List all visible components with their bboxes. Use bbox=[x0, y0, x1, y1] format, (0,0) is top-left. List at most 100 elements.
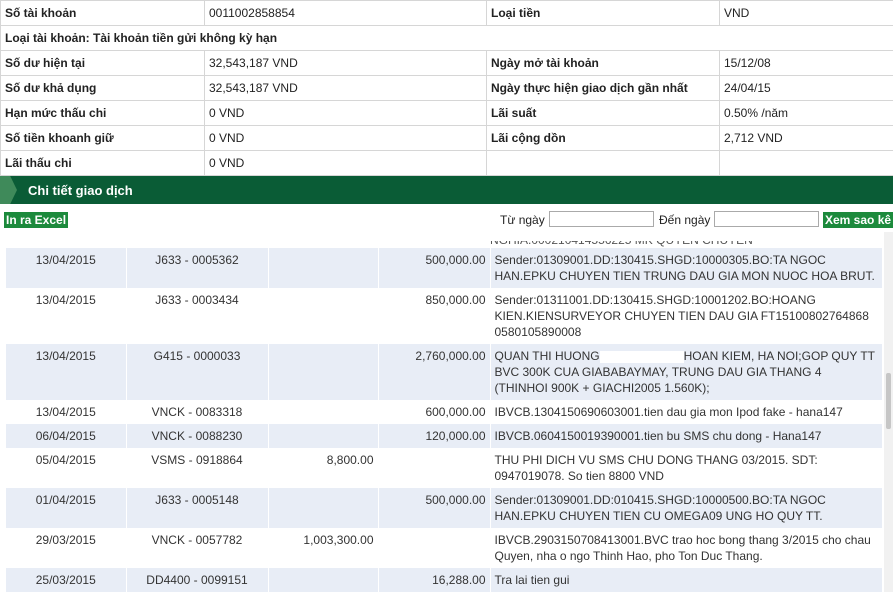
debit-amount bbox=[268, 568, 379, 592]
section-title: Chi tiết giao dịch bbox=[28, 183, 133, 198]
transactions-table: 13/04/2015 J633 - 0005362 500,000.00 Sen… bbox=[6, 248, 882, 592]
account-number-label: Số tài khoản bbox=[0, 0, 205, 26]
section-arrow-icon bbox=[0, 176, 17, 204]
open-date-label: Ngày mở tài khoản bbox=[486, 50, 720, 76]
transactions-scroll-area[interactable]: 13/04/2015 J633 - 0005362 500,000.00 Sen… bbox=[6, 232, 882, 592]
credit-amount: 120,000.00 bbox=[378, 424, 491, 448]
credit-amount: 600,000.00 bbox=[378, 400, 491, 424]
overdraft-interest-value: 0 VND bbox=[204, 150, 487, 176]
to-date-label: Đến ngày bbox=[659, 213, 711, 227]
to-date-input[interactable] bbox=[714, 211, 819, 227]
transaction-date: 13/04/2015 bbox=[6, 248, 127, 288]
table-row[interactable]: 13/04/2015 J633 - 0005362 500,000.00 Sen… bbox=[6, 248, 882, 288]
account-row: Số dư khả dụng 32,543,187 VND Ngày thực … bbox=[0, 75, 893, 101]
current-balance-value: 32,543,187 VND bbox=[204, 50, 487, 76]
account-row: Số dư hiện tại 32,543,187 VND Ngày mở tà… bbox=[0, 50, 893, 76]
debit-amount bbox=[268, 400, 379, 424]
accrued-interest-value: 2,712 VND bbox=[719, 125, 893, 151]
account-number-value: 0011002858854 bbox=[204, 0, 487, 26]
last-transaction-date-label: Ngày thực hiện giao dịch gần nhất bbox=[486, 75, 720, 101]
credit-amount: 500,000.00 bbox=[378, 248, 491, 288]
credit-amount: 2,760,000.00 bbox=[378, 344, 491, 400]
transaction-description: Sender:01311001.DD:130415.SHGD:10001202.… bbox=[490, 288, 882, 344]
debit-amount: 8,800.00 bbox=[268, 448, 379, 488]
table-row[interactable]: 29/03/2015 VNCK - 0057782 1,003,300.00 I… bbox=[6, 528, 882, 568]
table-row[interactable]: 13/04/2015 VNCK - 0083318 600,000.00 IBV… bbox=[6, 400, 882, 424]
debit-amount bbox=[268, 488, 379, 528]
debit-amount bbox=[268, 248, 379, 288]
transaction-date: 01/04/2015 bbox=[6, 488, 127, 528]
interest-rate-label: Lãi suất bbox=[486, 100, 720, 126]
transaction-ref: J633 - 0003434 bbox=[126, 288, 269, 344]
account-row: Loại tài khoản: Tài khoản tiền gửi không… bbox=[0, 25, 893, 51]
last-transaction-date-value: 24/04/15 bbox=[719, 75, 893, 101]
transaction-date: 13/04/2015 bbox=[6, 400, 127, 424]
debit-amount: 1,003,300.00 bbox=[268, 528, 379, 568]
credit-amount: 16,288.00 bbox=[378, 568, 491, 592]
current-balance-label: Số dư hiện tại bbox=[0, 50, 205, 76]
account-row: Lãi thấu chi 0 VND bbox=[0, 150, 893, 176]
debit-amount bbox=[268, 288, 379, 344]
transaction-ref: G415 - 0000033 bbox=[126, 344, 269, 400]
held-amount-value: 0 VND bbox=[204, 125, 487, 151]
account-row: Số tiền khoanh giữ 0 VND Lãi cộng dồn 2,… bbox=[0, 125, 893, 151]
transaction-ref: VSMS - 0918864 bbox=[126, 448, 269, 488]
transaction-ref: DD4400 - 0099151 bbox=[126, 568, 269, 592]
transaction-description: Sender:01309001.DD:130415.SHGD:10000305.… bbox=[490, 248, 882, 288]
transaction-date: 13/04/2015 bbox=[6, 344, 127, 400]
empty-cell bbox=[486, 150, 720, 176]
transaction-ref: VNCK - 0088230 bbox=[126, 424, 269, 448]
transaction-description: Sender:01309001.DD:010415.SHGD:10000500.… bbox=[490, 488, 882, 528]
credit-amount bbox=[378, 448, 491, 488]
account-row: Số tài khoản 0011002858854 Loại tiền VND bbox=[0, 0, 893, 26]
transaction-date: 06/04/2015 bbox=[6, 424, 127, 448]
transaction-date: 05/04/2015 bbox=[6, 448, 127, 488]
view-statement-button[interactable]: Xem sao kê bbox=[823, 212, 893, 228]
table-row[interactable]: 06/04/2015 VNCK - 0088230 120,000.00 IBV… bbox=[6, 424, 882, 448]
transaction-description: IBVCB.0604150019390001.tien bu SMS chu d… bbox=[490, 424, 882, 448]
from-date-input[interactable] bbox=[549, 211, 654, 227]
filter-bar: In ra Excel Từ ngày Đến ngày Xem sao kê bbox=[0, 208, 893, 230]
transaction-details-header: Chi tiết giao dịch bbox=[0, 176, 893, 204]
account-row: Hạn mức thấu chi 0 VND Lãi suất 0.50% /n… bbox=[0, 100, 893, 126]
credit-amount: 850,000.00 bbox=[378, 288, 491, 344]
description-part: QUAN THI HUONG bbox=[494, 349, 600, 363]
transaction-ref: VNCK - 0057782 bbox=[126, 528, 269, 568]
table-row[interactable]: 01/04/2015 J633 - 0005148 500,000.00 Sen… bbox=[6, 488, 882, 528]
open-date-value: 15/12/08 bbox=[719, 50, 893, 76]
export-excel-button[interactable]: In ra Excel bbox=[4, 212, 69, 228]
currency-value: VND bbox=[719, 0, 893, 26]
transaction-description: IBVCB.1304150690603001.tien dau gia mon … bbox=[490, 400, 882, 424]
account-type: Loại tài khoản: Tài khoản tiền gửi không… bbox=[0, 25, 893, 51]
overdraft-limit-label: Hạn mức thấu chi bbox=[0, 100, 205, 126]
table-row[interactable]: 13/04/2015 G415 - 0000033 2,760,000.00 Q… bbox=[6, 344, 882, 400]
available-balance-value: 32,543,187 VND bbox=[204, 75, 487, 101]
transaction-description: IBVCB.2903150708413001.BVC trao hoc bong… bbox=[490, 528, 882, 568]
table-row[interactable]: 13/04/2015 J633 - 0003434 850,000.00 Sen… bbox=[6, 288, 882, 344]
available-balance-label: Số dư khả dụng bbox=[0, 75, 205, 101]
transaction-date: 25/03/2015 bbox=[6, 568, 127, 592]
debit-amount bbox=[268, 344, 379, 400]
credit-amount: 500,000.00 bbox=[378, 488, 491, 528]
transaction-description: Tra lai tien gui bbox=[490, 568, 882, 592]
table-row[interactable]: 05/04/2015 VSMS - 0918864 8,800.00 THU P… bbox=[6, 448, 882, 488]
redacted-block bbox=[599, 350, 684, 363]
transaction-ref: VNCK - 0083318 bbox=[126, 400, 269, 424]
debit-amount bbox=[268, 424, 379, 448]
overdraft-limit-value: 0 VND bbox=[204, 100, 487, 126]
currency-label: Loại tiền bbox=[486, 0, 720, 26]
scrollbar-thumb[interactable] bbox=[886, 373, 891, 429]
interest-rate-value: 0.50% /năm bbox=[719, 100, 893, 126]
held-amount-label: Số tiền khoanh giữ bbox=[0, 125, 205, 151]
transaction-date: 29/03/2015 bbox=[6, 528, 127, 568]
transaction-date: 13/04/2015 bbox=[6, 288, 127, 344]
transaction-description: THU PHI DICH VU SMS CHU DONG THANG 03/20… bbox=[490, 448, 882, 488]
table-row[interactable]: 25/03/2015 DD4400 - 0099151 16,288.00 Tr… bbox=[6, 568, 882, 592]
empty-cell bbox=[719, 150, 893, 176]
accrued-interest-label: Lãi cộng dồn bbox=[486, 125, 720, 151]
transaction-ref: J633 - 0005148 bbox=[126, 488, 269, 528]
transaction-ref: J633 - 0005362 bbox=[126, 248, 269, 288]
account-info-table: Số tài khoản 0011002858854 Loại tiền VND… bbox=[0, 0, 893, 176]
credit-amount bbox=[378, 528, 491, 568]
overdraft-interest-label: Lãi thấu chi bbox=[0, 150, 205, 176]
